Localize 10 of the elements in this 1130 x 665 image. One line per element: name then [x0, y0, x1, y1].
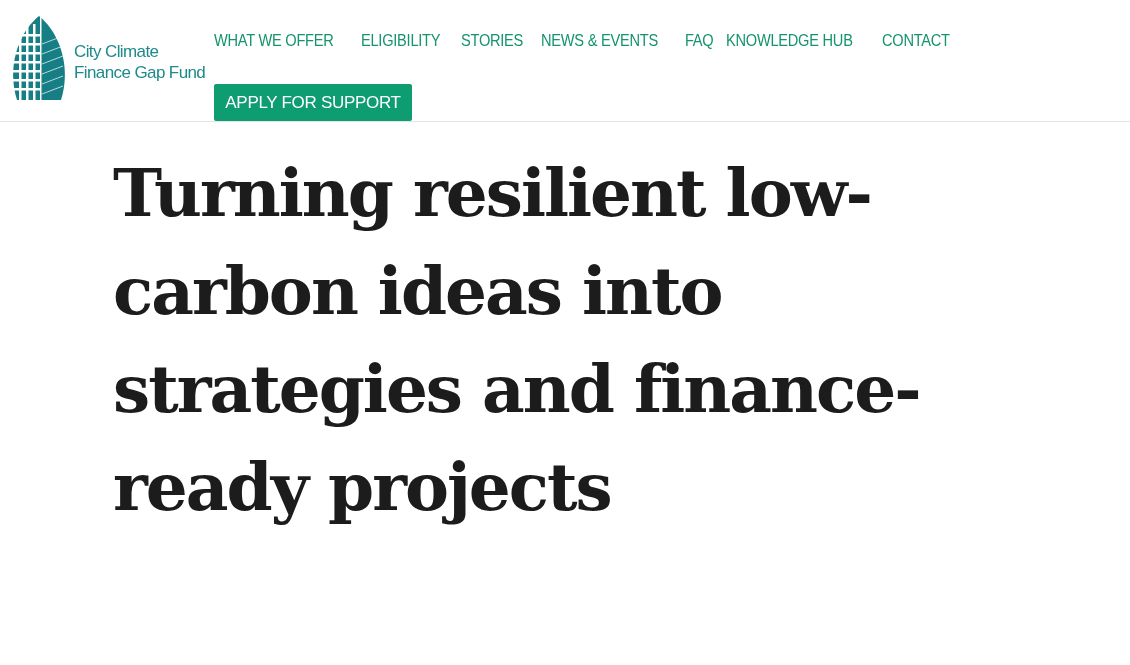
nav-link[interactable]: KNOWLEDGE HUB: [726, 31, 853, 51]
nav-link[interactable]: STORIES: [461, 31, 524, 51]
hero-heading: Turning resilient low-carbon ideas into strategies and finance-ready projects: [113, 153, 921, 528]
apply-button[interactable]: APPLY FOR SUPPORT: [214, 84, 412, 121]
logo-text: City Climate Finance Gap Fund: [74, 41, 206, 83]
nav-link[interactable]: FAQ: [685, 31, 714, 51]
nav-link[interactable]: ELIGIBILITY: [361, 31, 441, 51]
nav-link[interactable]: WHAT WE OFFER: [214, 31, 334, 51]
nav-link[interactable]: CONTACT: [881, 31, 950, 51]
nav-link[interactable]: NEWS & EVENTS: [541, 31, 659, 51]
